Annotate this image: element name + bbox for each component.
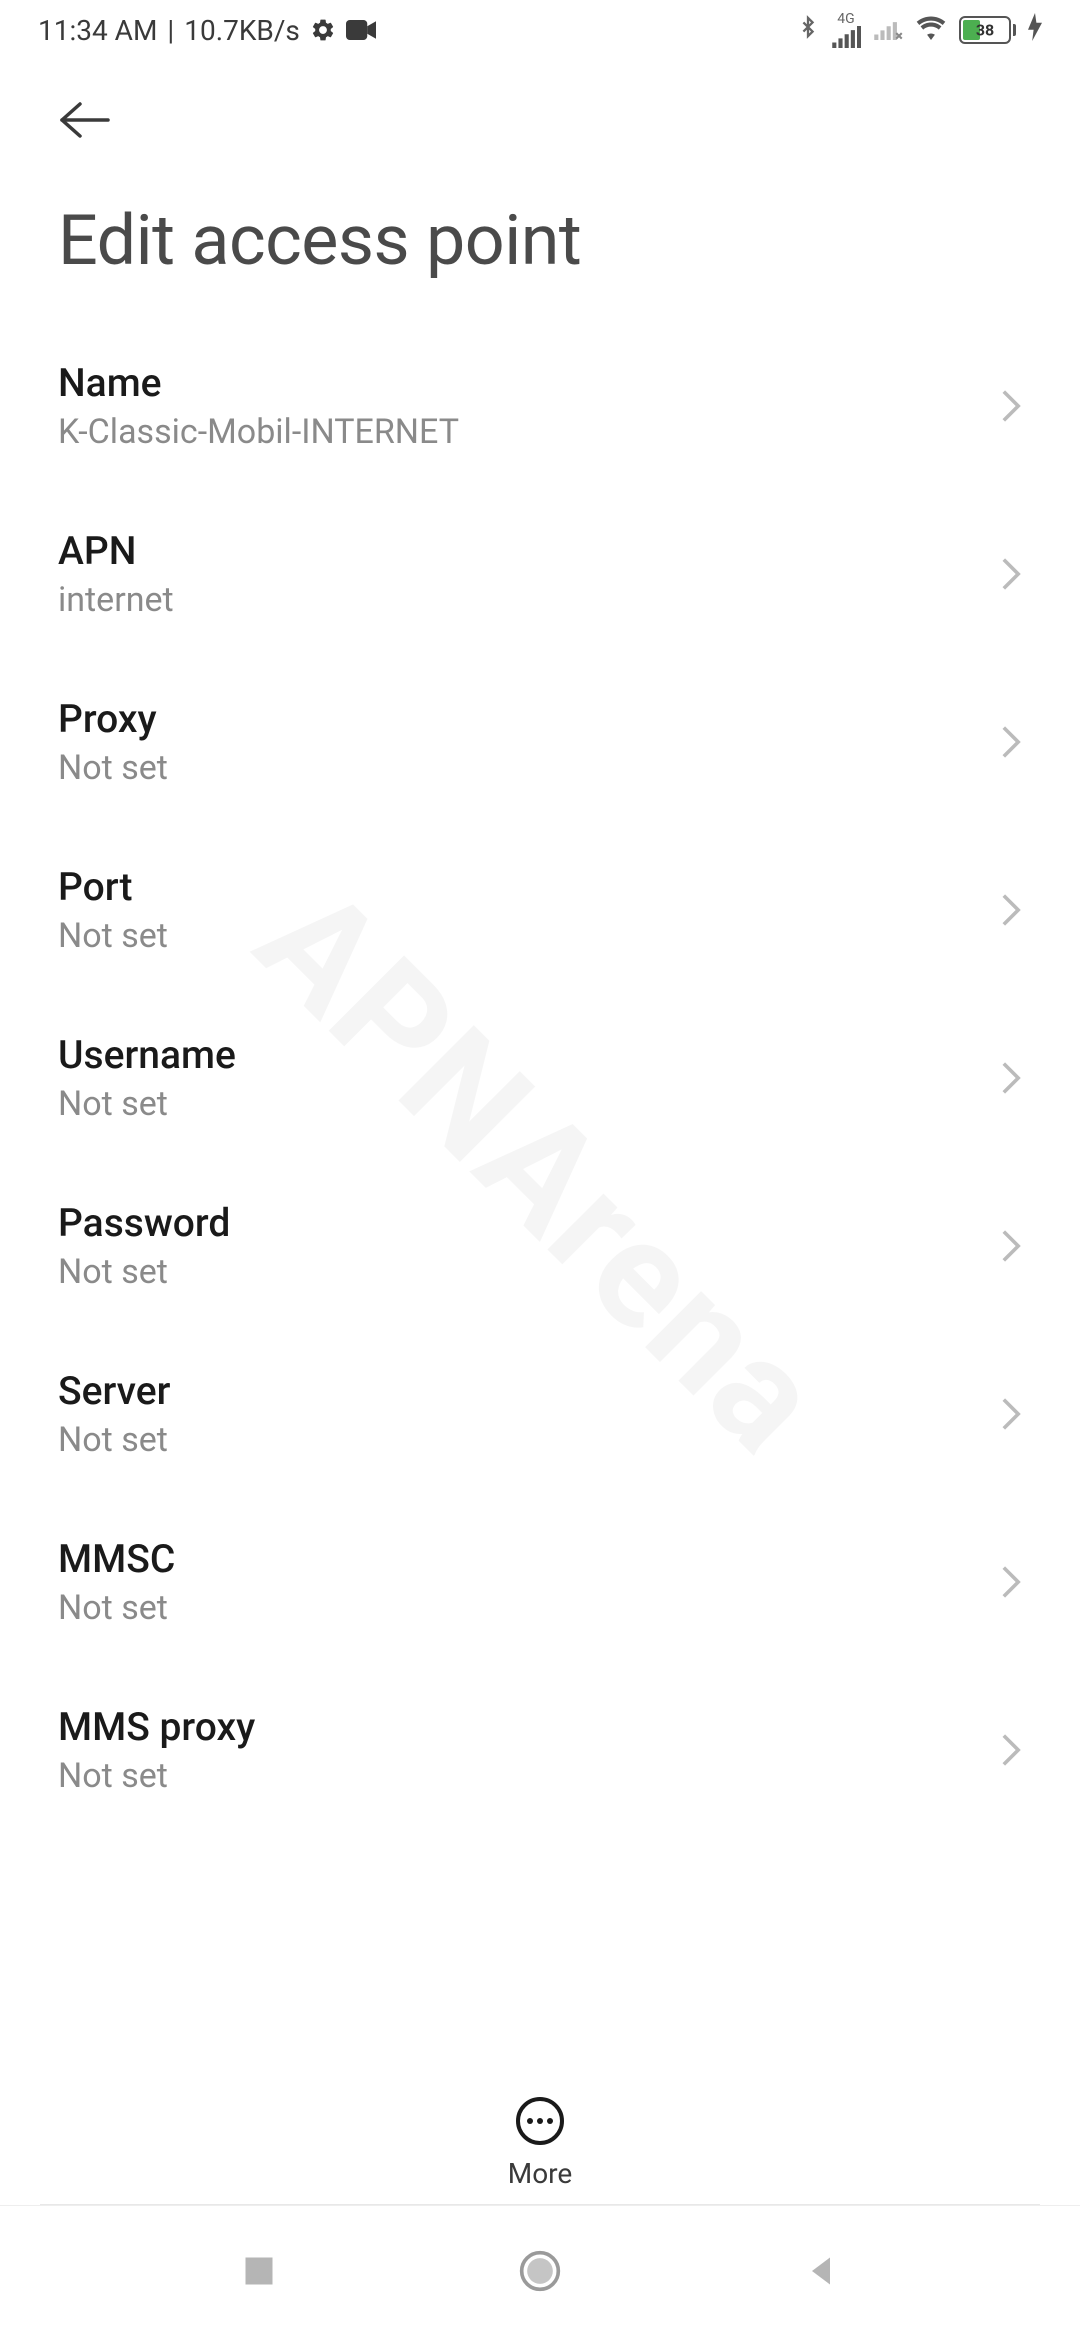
wifi-icon — [915, 14, 947, 47]
chevron-right-icon — [1000, 724, 1022, 760]
signal-no-sim-icon — [873, 14, 903, 47]
setting-label: MMSC — [58, 1536, 175, 1582]
charging-icon — [1028, 13, 1042, 48]
setting-proxy[interactable]: Proxy Not set — [0, 658, 1080, 826]
setting-value: Not set — [58, 1420, 170, 1460]
setting-username[interactable]: Username Not set — [0, 994, 1080, 1162]
setting-label: Port — [58, 864, 168, 910]
setting-label: Server — [58, 1368, 170, 1414]
setting-value: Not set — [58, 916, 168, 956]
chevron-right-icon — [1000, 388, 1022, 424]
chevron-right-icon — [1000, 1228, 1022, 1264]
more-button[interactable]: More — [0, 2067, 1080, 2190]
setting-apn[interactable]: APN internet — [0, 490, 1080, 658]
back-button[interactable] — [58, 90, 118, 150]
settings-list: Name K-Classic-Mobil-INTERNET APN intern… — [0, 322, 1080, 1834]
status-bar: 11:34 AM | 10.7KB/s 4G — [0, 0, 1080, 60]
setting-password[interactable]: Password Not set — [0, 1162, 1080, 1330]
bluetooth-icon — [797, 12, 819, 49]
page-title: Edit access point — [0, 160, 1080, 322]
setting-value: Not set — [58, 1756, 255, 1796]
setting-label: Proxy — [58, 696, 168, 742]
status-data-rate: 10.7KB/s — [184, 14, 300, 47]
arrow-left-icon — [58, 100, 114, 140]
triangle-left-icon — [803, 2253, 839, 2289]
battery-icon: 38 — [959, 16, 1016, 44]
setting-label: MMS proxy — [58, 1704, 255, 1750]
setting-value: internet — [58, 580, 174, 620]
gear-icon — [310, 17, 336, 43]
setting-value: Not set — [58, 748, 168, 788]
setting-value: K-Classic-Mobil-INTERNET — [58, 412, 459, 452]
chevron-right-icon — [1000, 556, 1022, 592]
square-icon — [241, 2253, 277, 2289]
setting-label: Username — [58, 1032, 236, 1078]
setting-port[interactable]: Port Not set — [0, 826, 1080, 994]
navigation-bar — [0, 2205, 1080, 2340]
circle-icon — [518, 2249, 562, 2293]
chevron-right-icon — [1000, 892, 1022, 928]
chevron-right-icon — [1000, 1732, 1022, 1768]
setting-mms-proxy[interactable]: MMS proxy Not set — [0, 1666, 1080, 1834]
setting-server[interactable]: Server Not set — [0, 1330, 1080, 1498]
video-camera-icon — [346, 19, 376, 41]
chevron-right-icon — [1000, 1396, 1022, 1432]
chevron-right-icon — [1000, 1060, 1022, 1096]
setting-mmsc[interactable]: MMSC Not set — [0, 1498, 1080, 1666]
setting-value: Not set — [58, 1252, 230, 1292]
chevron-right-icon — [1000, 1564, 1022, 1600]
status-time: 11:34 AM — [38, 14, 157, 47]
signal-4g-icon: 4G — [831, 12, 861, 48]
nav-home-button[interactable] — [518, 2249, 562, 2297]
nav-back-button[interactable] — [803, 2253, 839, 2293]
nav-recent-button[interactable] — [241, 2253, 277, 2293]
more-label: More — [508, 2157, 573, 2190]
more-horizontal-icon — [516, 2097, 564, 2145]
setting-label: APN — [58, 528, 174, 574]
status-separator: | — [167, 14, 174, 47]
setting-value: Not set — [58, 1588, 175, 1628]
setting-value: Not set — [58, 1084, 236, 1124]
setting-name[interactable]: Name K-Classic-Mobil-INTERNET — [0, 322, 1080, 490]
setting-label: Name — [58, 360, 459, 406]
setting-label: Password — [58, 1200, 230, 1246]
